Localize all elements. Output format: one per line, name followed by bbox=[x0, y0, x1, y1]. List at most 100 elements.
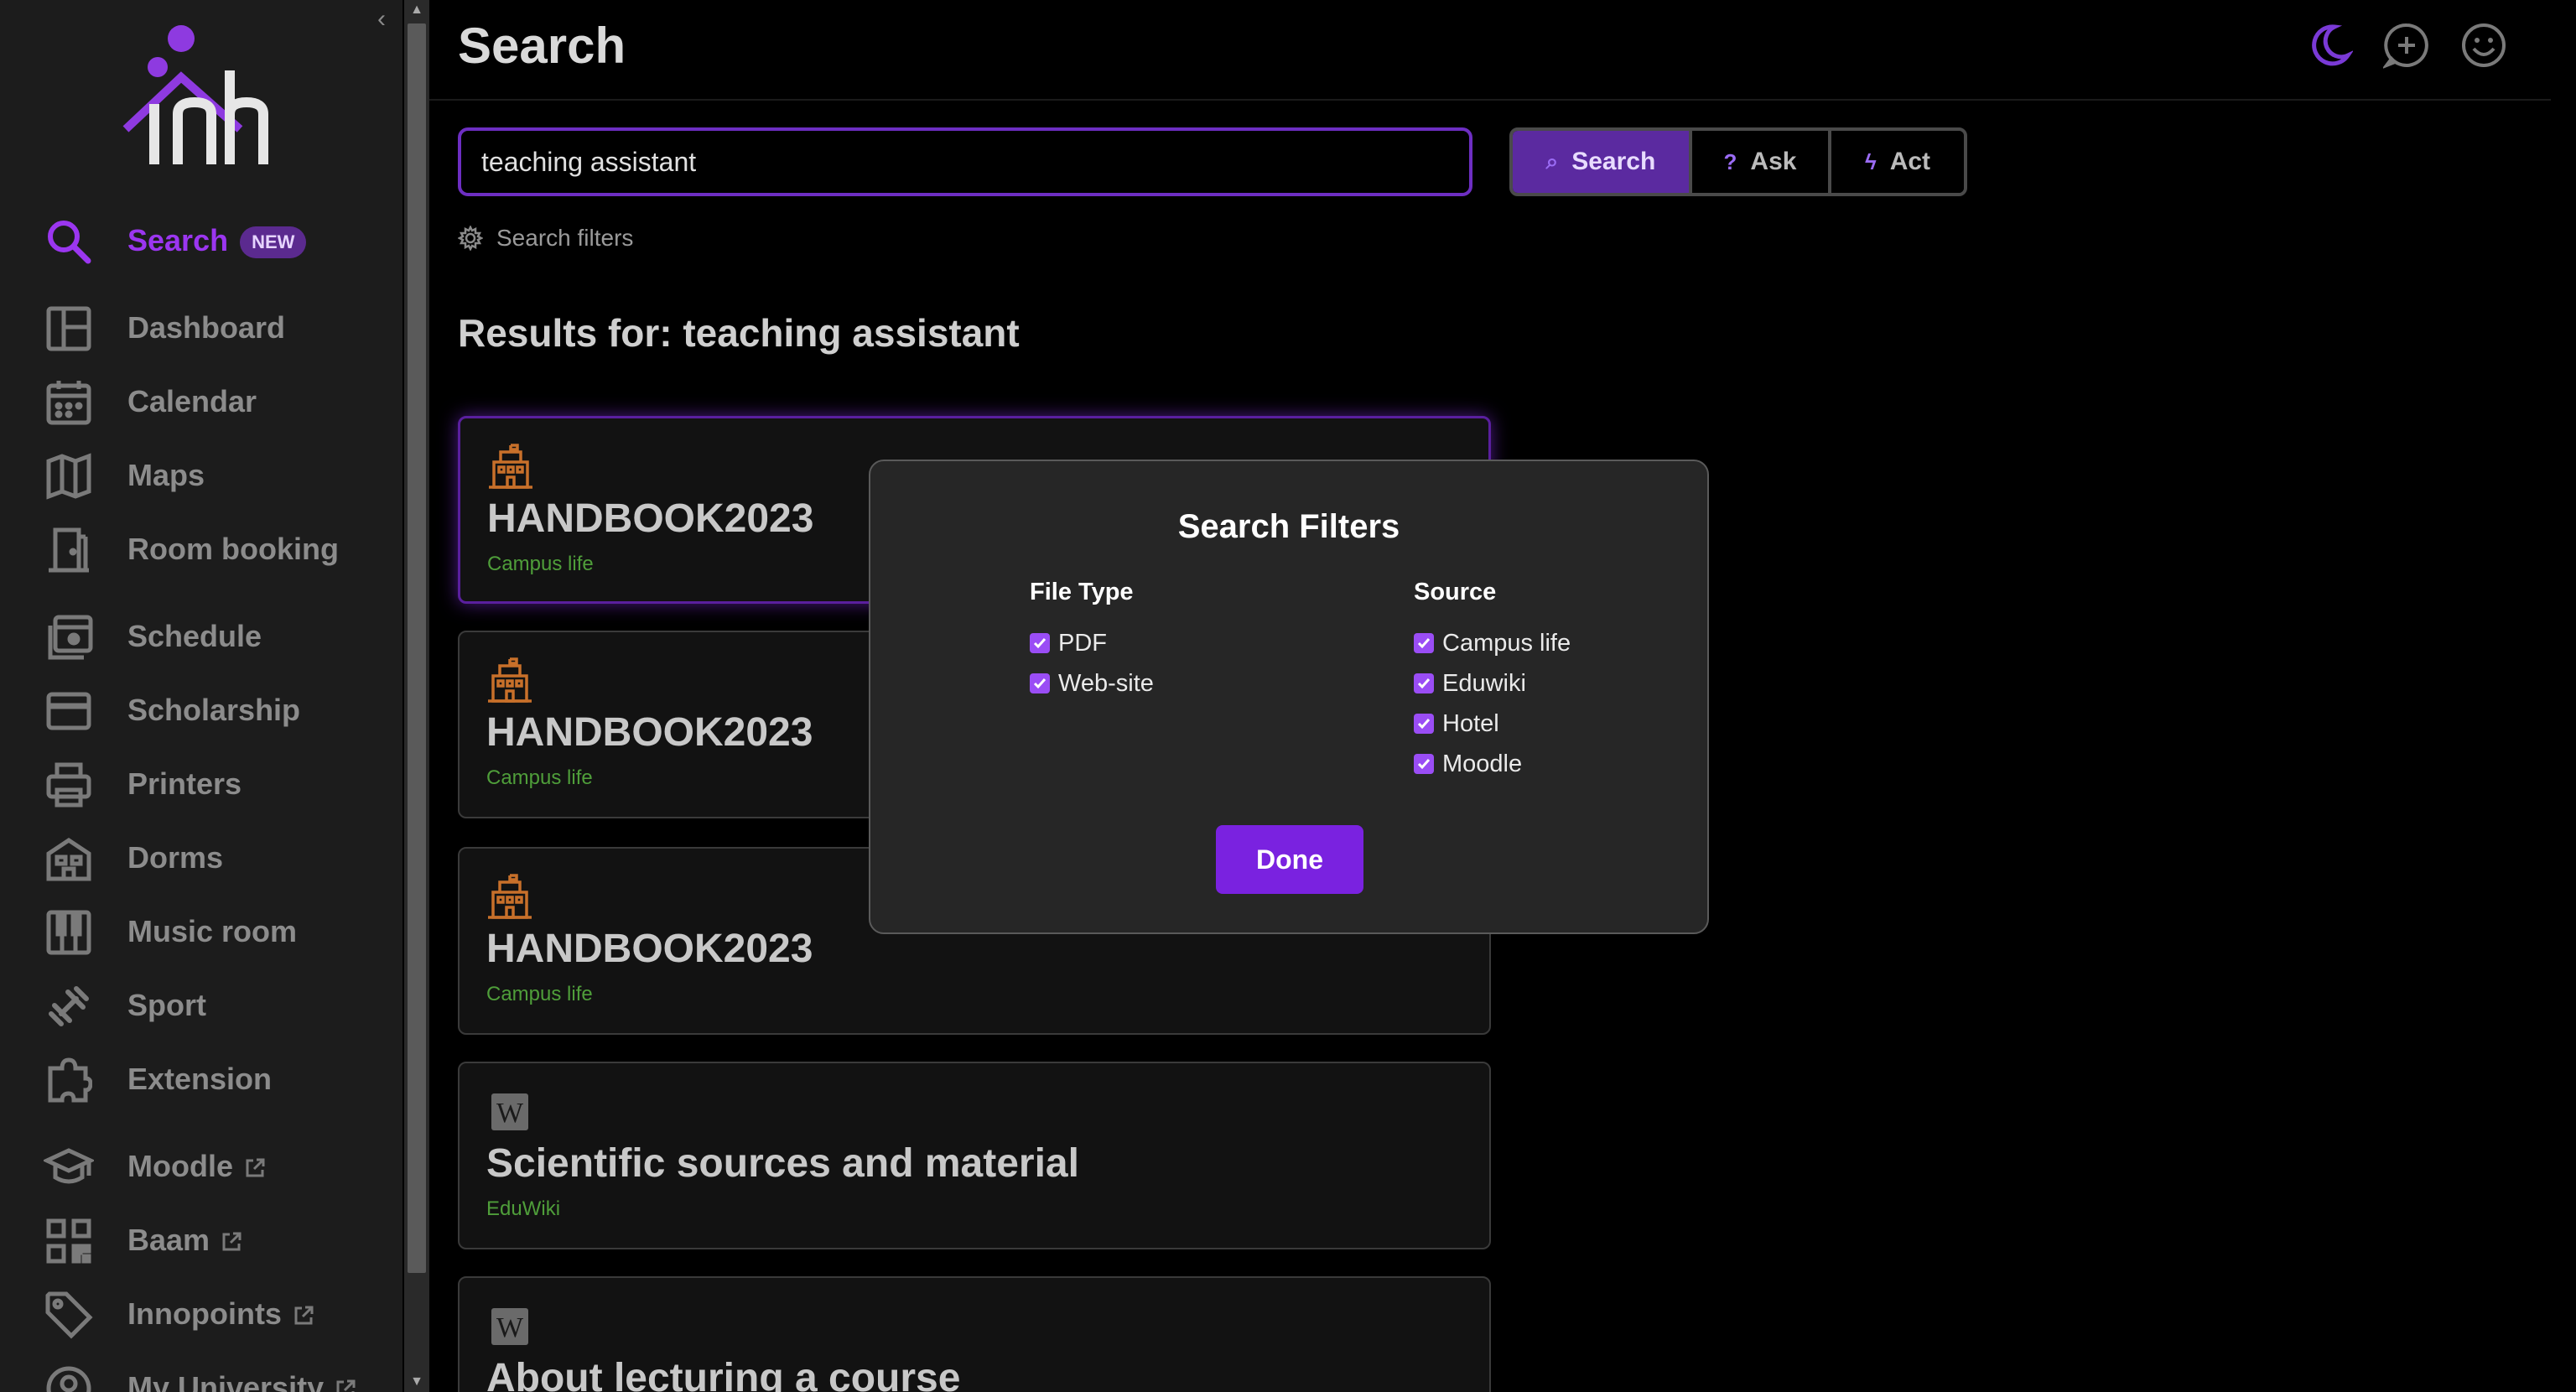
smiley-icon[interactable] bbox=[2460, 22, 2507, 69]
page-title: Search bbox=[458, 18, 626, 74]
header-divider bbox=[429, 99, 2551, 101]
sidebar-item-schedule[interactable]: Schedule bbox=[0, 607, 402, 666]
user-circle-icon bbox=[44, 1363, 94, 1392]
sidebar-item-label: Schedule bbox=[127, 619, 262, 653]
door-icon bbox=[44, 525, 94, 575]
sidebar-item-label: Calendar bbox=[127, 384, 257, 418]
chevron-left-icon[interactable]: ‹ bbox=[369, 7, 394, 32]
sidebar-item-label: Search bbox=[127, 223, 229, 257]
result-source: Campus life bbox=[486, 766, 593, 789]
checkbox-checked[interactable] bbox=[1030, 673, 1050, 693]
puzzle-icon bbox=[44, 1055, 94, 1105]
source-filter-group: Source Campus life Eduwiki Hotel Moodle bbox=[1414, 579, 1571, 784]
sidebar-item-search[interactable]: Search NEW bbox=[0, 211, 402, 270]
sidebar-item-label: My University bbox=[127, 1370, 325, 1392]
search-filters-modal: Search Filters File Type PDF Web-site So… bbox=[869, 460, 1709, 934]
search-filters-link[interactable]: Search filters bbox=[458, 221, 633, 255]
sidebar-item-innopoints[interactable]: Innopoints bbox=[0, 1285, 402, 1343]
sidebar-item-calendar[interactable]: Calendar bbox=[0, 372, 402, 431]
scroll-up-arrow-icon[interactable]: ▲ bbox=[404, 0, 429, 20]
result-source: Campus life bbox=[487, 553, 594, 575]
sidebar-item-label: Scholarship bbox=[127, 693, 301, 727]
sidebar-item-label: Printers bbox=[127, 766, 242, 801]
tag-icon bbox=[44, 1290, 94, 1340]
done-button[interactable]: Done bbox=[1216, 825, 1363, 894]
sidebar-item-label: Maps bbox=[127, 458, 205, 492]
search-icon bbox=[44, 216, 94, 267]
filter-option-hotel[interactable]: Hotel bbox=[1414, 704, 1571, 744]
calendar-icon bbox=[44, 377, 94, 428]
sidebar-item-label: Innopoints bbox=[127, 1296, 282, 1331]
checkbox-checked[interactable] bbox=[1414, 754, 1434, 774]
file-type-filter-group: File Type PDF Web-site bbox=[1030, 579, 1154, 704]
filter-option-pdf[interactable]: PDF bbox=[1030, 623, 1154, 663]
result-source: EduWiki bbox=[486, 1197, 561, 1220]
map-icon bbox=[44, 451, 94, 501]
sidebar-item-baam[interactable]: Baam bbox=[0, 1211, 402, 1270]
results-title: Results for: teaching assistant bbox=[458, 311, 1020, 355]
act-button[interactable]: ϟ Act bbox=[1828, 131, 1964, 193]
sidebar-item-label: Room booking bbox=[127, 532, 339, 566]
sidebar-item-dorms[interactable]: Dorms bbox=[0, 828, 402, 887]
moon-icon[interactable] bbox=[2306, 22, 2353, 69]
search-filters-label: Search filters bbox=[496, 225, 634, 251]
filter-option-moodle[interactable]: Moodle bbox=[1414, 744, 1571, 784]
sidebar-item-my-university[interactable]: My University bbox=[0, 1358, 402, 1392]
sidebar-item-printers[interactable]: Printers bbox=[0, 755, 402, 813]
filter-option-web-site[interactable]: Web-site bbox=[1030, 663, 1154, 704]
sidebar-item-label: Music room bbox=[127, 914, 298, 948]
filter-option-label: Eduwiki bbox=[1442, 669, 1526, 697]
ask-button[interactable]: ? Ask bbox=[1689, 131, 1828, 193]
checkbox-checked[interactable] bbox=[1414, 714, 1434, 734]
sidebar-item-label: Moodle bbox=[127, 1149, 233, 1183]
question-icon: ? bbox=[1723, 148, 1737, 174]
sidebar-item-scholarship[interactable]: Scholarship bbox=[0, 681, 402, 740]
chat-plus-icon[interactable] bbox=[2383, 22, 2430, 69]
building-icon bbox=[44, 834, 94, 884]
filter-option-campus-life[interactable]: Campus life bbox=[1414, 623, 1571, 663]
sidebar-item-extension[interactable]: Extension bbox=[0, 1050, 402, 1109]
result-card[interactable]: W About lecturing a course bbox=[458, 1276, 1491, 1392]
svg-text:W: W bbox=[496, 1098, 524, 1129]
filter-option-label: Web-site bbox=[1058, 669, 1154, 697]
search-button[interactable]: ⌕ Search bbox=[1513, 131, 1689, 193]
sidebar-item-label: Baam bbox=[127, 1223, 210, 1257]
checkbox-checked[interactable] bbox=[1414, 633, 1434, 653]
filter-option-eduwiki[interactable]: Eduwiki bbox=[1414, 663, 1571, 704]
sidebar-item-maps[interactable]: Maps bbox=[0, 446, 402, 505]
piano-icon bbox=[44, 907, 94, 958]
svg-text:W: W bbox=[496, 1312, 524, 1343]
sidebar-item-dashboard[interactable]: Dashboard bbox=[0, 299, 402, 357]
wiki-icon: W bbox=[491, 1093, 528, 1130]
source-heading: Source bbox=[1414, 579, 1497, 605]
scrollbar-thumb[interactable] bbox=[408, 23, 426, 1273]
result-title: HANDBOOK2023 bbox=[486, 927, 813, 971]
checkbox-checked[interactable] bbox=[1030, 633, 1050, 653]
card-icon bbox=[44, 686, 94, 736]
wiki-icon: W bbox=[491, 1308, 528, 1345]
sidebar-item-room-booking[interactable]: Room booking bbox=[0, 520, 402, 579]
search-button-label: Search bbox=[1571, 148, 1656, 175]
search-mode-buttons: ⌕ Search ? Ask ϟ Act bbox=[1509, 127, 1967, 196]
sidebar-item-moodle[interactable]: Moodle bbox=[0, 1137, 402, 1196]
building-icon bbox=[489, 444, 532, 489]
result-card[interactable]: W Scientific sources and material EduWik… bbox=[458, 1062, 1491, 1249]
result-source: Campus life bbox=[486, 983, 593, 1005]
search-input[interactable] bbox=[458, 127, 1472, 196]
checkbox-checked[interactable] bbox=[1414, 673, 1434, 693]
lightning-icon: ϟ bbox=[1864, 148, 1877, 174]
scroll-down-arrow-icon[interactable]: ▼ bbox=[404, 1372, 429, 1392]
sidebar-item-sport[interactable]: Sport bbox=[0, 976, 402, 1035]
sidebar-item-music-room[interactable]: Music room bbox=[0, 902, 402, 961]
file-type-heading: File Type bbox=[1030, 579, 1134, 605]
dumbbell-icon bbox=[44, 981, 94, 1031]
external-link-icon bbox=[294, 1306, 314, 1325]
sidebar-scrollbar[interactable]: ▲ ▼ bbox=[404, 0, 429, 1392]
result-title: HANDBOOK2023 bbox=[486, 710, 813, 755]
qr-code-icon bbox=[44, 1216, 94, 1266]
gear-icon bbox=[458, 226, 483, 251]
external-link-icon bbox=[222, 1232, 242, 1251]
logo[interactable] bbox=[117, 20, 293, 179]
act-button-label: Act bbox=[1889, 148, 1931, 175]
ask-button-label: Ask bbox=[1750, 148, 1797, 175]
